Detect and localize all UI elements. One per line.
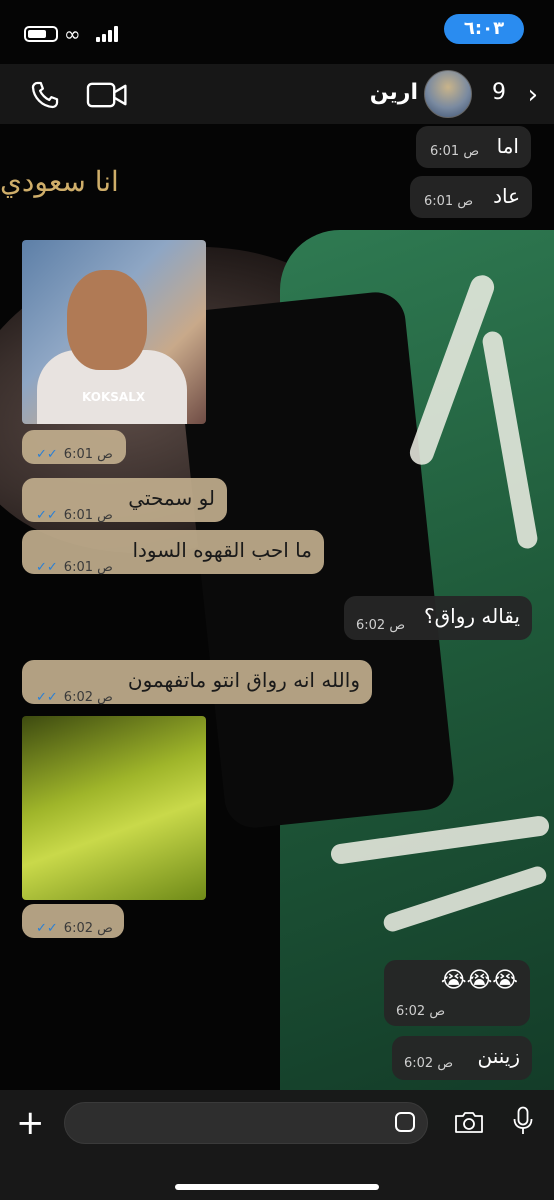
message-meta-bubble: ✓✓ 6:01 ص	[22, 430, 126, 464]
message-text: لو سمحتي	[128, 486, 215, 510]
message-bubble[interactable]: لو سمحتي ✓✓ 6:01 ص	[22, 478, 227, 523]
wallpaper-text: انا سعودي	[0, 165, 119, 198]
contact-name[interactable]: ارين	[370, 80, 418, 105]
message-text: زيننن	[477, 1044, 520, 1068]
message-bubble[interactable]: والله انه رواق انتو ماتفهمون ✓✓ 6:02 ص	[22, 660, 372, 705]
message-time: 6:02 ص	[396, 1004, 446, 1019]
video-call-icon[interactable]	[86, 80, 128, 110]
battery-icon	[24, 26, 58, 42]
message-bubble[interactable]: عاد 6:01 ص	[410, 176, 532, 218]
message-bubble[interactable]: 😭😭😭 6:02 ص	[384, 960, 530, 1026]
message-text: والله انه رواق انتو ماتفهمون	[127, 668, 360, 692]
message-text: عاد	[493, 184, 520, 208]
message-bubble[interactable]: ما احب القهوه السودا ✓✓ 6:01 ص	[22, 530, 324, 575]
image-watermark: KOKSALX	[82, 390, 146, 404]
message-time: 6:01 ص	[424, 194, 474, 209]
message-meta-bubble: ✓✓ 6:02 ص	[22, 904, 124, 938]
message-time: 6:01 ص	[430, 144, 480, 159]
home-indicator	[175, 1184, 379, 1190]
message-input[interactable]	[64, 1102, 428, 1144]
attach-plus-icon[interactable]: +	[16, 1106, 45, 1140]
message-text: اما	[496, 134, 519, 158]
status-time: ٦:٠٣	[444, 14, 524, 44]
sticker-icon[interactable]	[395, 1112, 415, 1132]
status-bar: ∞ ٦:٠٣	[0, 0, 554, 64]
signal-icon	[96, 26, 120, 42]
message-bubble[interactable]: يقاله رواق؟ 6:02 ص	[344, 596, 532, 640]
message-time: 6:01 ص	[63, 447, 113, 462]
link-icon: ∞	[64, 22, 81, 46]
read-check-icon: ✓✓	[36, 921, 62, 936]
contact-avatar[interactable]	[424, 70, 472, 118]
message-time: 6:02 ص	[63, 690, 113, 705]
phone-call-icon[interactable]	[28, 78, 62, 112]
unread-count[interactable]: 9	[492, 80, 506, 105]
back-chevron-icon[interactable]: ›	[528, 82, 538, 108]
image-message[interactable]: KOKSALX	[22, 240, 206, 424]
read-check-icon: ✓✓	[36, 508, 62, 523]
video-message[interactable]	[22, 716, 206, 900]
message-time: 6:02 ص	[63, 921, 113, 936]
read-check-icon: ✓✓	[36, 560, 62, 575]
message-emoji: 😭😭😭	[440, 968, 518, 993]
message-text: ما احب القهوه السودا	[132, 538, 312, 562]
microphone-icon[interactable]	[512, 1106, 534, 1136]
message-time: 6:01 ص	[63, 508, 113, 523]
message-time: 6:02 ص	[356, 618, 406, 633]
read-check-icon: ✓✓	[36, 690, 62, 705]
camera-icon[interactable]	[453, 1110, 485, 1134]
message-time: 6:01 ص	[63, 560, 113, 575]
read-check-icon: ✓✓	[36, 447, 62, 462]
chat-header: ارين 9 ›	[0, 64, 554, 124]
message-bubble[interactable]: زيننن 6:02 ص	[392, 1036, 532, 1080]
message-text: يقاله رواق؟	[424, 604, 520, 628]
message-bubble[interactable]: اما 6:01 ص	[416, 126, 531, 168]
message-time: 6:02 ص	[404, 1056, 454, 1071]
